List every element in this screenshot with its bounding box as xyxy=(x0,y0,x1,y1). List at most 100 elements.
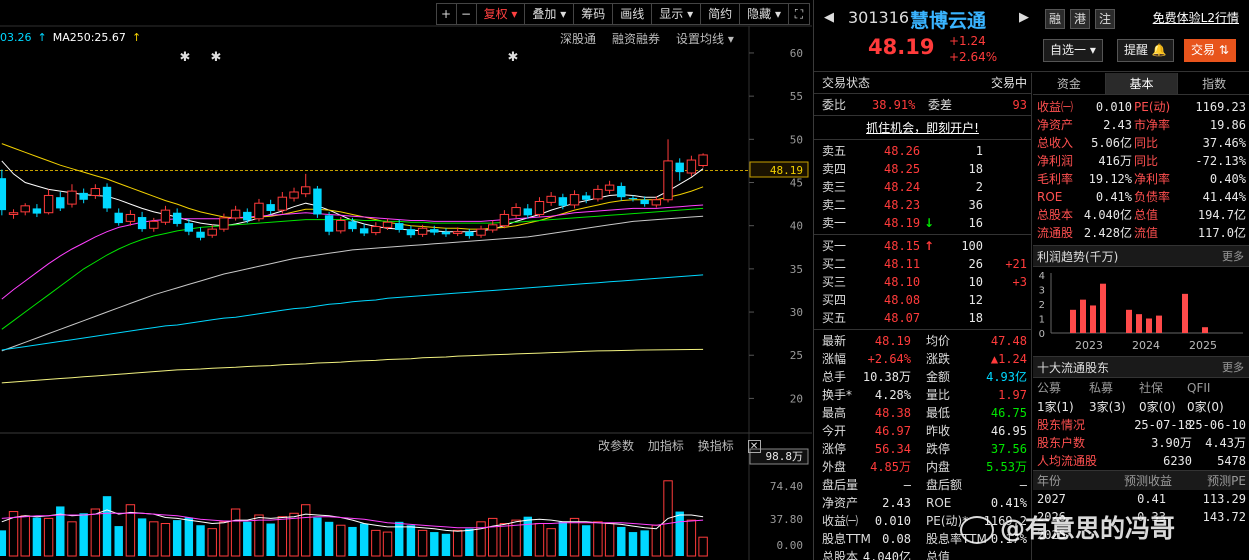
chips-button[interactable]: 筹码 xyxy=(574,4,614,24)
stat-value: 4.85万 xyxy=(870,460,911,474)
candle-body xyxy=(20,205,30,213)
event-star-icon[interactable]: ✱ xyxy=(211,50,222,65)
fullscreen-icon[interactable]: ⛶ xyxy=(789,4,809,24)
margin-tag[interactable]: 融 xyxy=(1045,9,1065,29)
candle-body xyxy=(511,207,521,216)
stat-label: 总股本 xyxy=(822,550,859,560)
bid-price[interactable]: 48.15 xyxy=(884,237,920,255)
change-percent: +2.64% xyxy=(949,50,998,64)
hide-menu[interactable]: 隐藏 ▾ xyxy=(740,4,789,24)
volume-bar xyxy=(430,532,439,556)
volume-bar xyxy=(43,517,54,557)
prev-stock-icon[interactable]: ◀ xyxy=(824,10,834,25)
stat-label: 涨停 xyxy=(822,442,847,456)
tab-fundamentals[interactable]: 基本 xyxy=(1105,73,1179,94)
volume-bar xyxy=(604,523,615,557)
margin-trading-link[interactable]: 融资融券 xyxy=(612,32,660,46)
candle-body xyxy=(628,198,638,200)
bid-price[interactable]: 48.10 xyxy=(884,273,920,291)
simple-button[interactable]: 简约 xyxy=(701,4,741,24)
weibi-row: 委比 38.91% 委差 93 xyxy=(814,94,1031,116)
zoom-in-button[interactable]: + xyxy=(437,4,457,24)
fund-value: 1169.23 xyxy=(1195,100,1246,114)
stat-label: 外盘 xyxy=(822,460,847,474)
registration-tag[interactable]: 注 xyxy=(1095,9,1115,29)
stat-label: 昨收 xyxy=(926,424,951,438)
ask-price[interactable]: 48.25 xyxy=(884,160,920,178)
trade-status-row: 交易状态 交易中 xyxy=(814,73,1031,94)
close-icon[interactable]: ✕ xyxy=(747,440,761,453)
forecast-pe: 143.72 xyxy=(1202,510,1246,524)
vol-link-add[interactable]: 加指标 xyxy=(648,439,684,453)
candle-body xyxy=(336,220,346,232)
last-price: 48.19 xyxy=(868,35,935,59)
bid-price[interactable]: 48.11 xyxy=(884,255,920,273)
ask-label: 卖一 xyxy=(822,216,847,230)
shenzhen-connect-link[interactable]: 深股通 xyxy=(560,32,596,46)
ask-label: 卖三 xyxy=(822,180,847,194)
volume-bar xyxy=(371,529,381,557)
event-star-icon[interactable]: ✱ xyxy=(180,50,191,65)
tab-capital[interactable]: 资金 xyxy=(1033,73,1106,94)
stat-label: 换手* xyxy=(822,388,853,402)
bid-volume: 18 xyxy=(968,311,983,325)
draw-button[interactable]: 画线 xyxy=(613,4,653,24)
stat-label: ROE xyxy=(926,496,952,510)
ask-price[interactable]: 48.26 xyxy=(884,142,920,160)
ask-label: 卖二 xyxy=(822,198,847,212)
volume-tick-label: 98.8万 xyxy=(766,450,804,463)
volume-bar xyxy=(465,528,474,556)
candle-body xyxy=(523,208,532,216)
zoom-out-button[interactable]: − xyxy=(457,4,477,24)
kline-chart-panel[interactable]: 60 55 50 45 40 35 30 25 20 48.19 ✱ ✱ ✱ 98.8万 74.40 37.8… xyxy=(0,0,812,560)
vol-link-switch[interactable]: 换指标 xyxy=(698,439,734,453)
stock-name[interactable]: 慧博云通 xyxy=(910,6,986,33)
profit-trend-more-link[interactable]: 更多 xyxy=(1222,246,1244,268)
fund-value: 37.46% xyxy=(1202,136,1246,150)
adjust-menu[interactable]: 复权 ▾ xyxy=(477,4,526,24)
connect-tag[interactable]: 港 xyxy=(1070,9,1090,29)
l2-trial-link[interactable]: 免费体验L2行情 xyxy=(1153,9,1239,26)
shareholder-value: 5478 xyxy=(1217,454,1246,468)
ask-price[interactable]: 48.23 xyxy=(884,196,920,214)
bid-price[interactable]: 48.08 xyxy=(884,291,920,309)
bid-list: 买一 48.15 ↑ 100 买二 48.11 26 +21 买三 48.10 10 +3 买四 48.0… xyxy=(814,235,1031,330)
vol-link-params[interactable]: 改参数 xyxy=(598,439,634,453)
volume-bar xyxy=(488,517,498,557)
candle-body xyxy=(698,154,708,166)
weicha-label: 委差 xyxy=(928,98,953,112)
set-ma-menu[interactable]: 设置均线 ▾ xyxy=(676,32,734,46)
candle-body xyxy=(593,188,603,200)
candle-body xyxy=(67,190,77,205)
ask-volume: 16 xyxy=(968,216,983,230)
shareholder-count: 0家(0) xyxy=(1139,400,1176,414)
stat-row: 总手 10.38万 金额 4.93亿 xyxy=(814,368,1031,386)
candle-body xyxy=(301,186,311,195)
watchlist-button[interactable]: 自选一 ▾ xyxy=(1043,39,1103,62)
stat-value: — xyxy=(1019,478,1027,492)
info-tabs: 资金 基本 指数 xyxy=(1033,73,1249,95)
ask-price[interactable]: 48.24 xyxy=(884,178,920,196)
event-star-icon[interactable]: ✱ xyxy=(508,50,519,65)
fund-value: 2.428亿 xyxy=(1083,226,1132,240)
current-price-label: 48.19 xyxy=(770,164,803,177)
next-stock-icon[interactable]: ▶ xyxy=(1019,10,1029,25)
stat-label: 最高 xyxy=(822,406,847,420)
shareholder-value: 4.43万 xyxy=(1205,436,1246,450)
candle-body xyxy=(417,227,428,235)
trade-button[interactable]: 交易 ⇅ xyxy=(1184,39,1236,62)
display-menu[interactable]: 显示 ▾ xyxy=(652,4,702,24)
ask-price[interactable]: 48.19 xyxy=(884,214,920,232)
volume-bar xyxy=(593,521,603,557)
trade-status-value: 交易中 xyxy=(990,76,1027,90)
tab-index[interactable]: 指数 xyxy=(1178,73,1249,94)
shareholders-more-link[interactable]: 更多 xyxy=(1222,357,1244,379)
shareholder-type-header: 公募 私募 社保 QFII xyxy=(1033,378,1249,398)
candle-body xyxy=(640,199,649,205)
kline-chart-canvas[interactable]: 60 55 50 45 40 35 30 25 20 48.19 ✱ ✱ ✱ 98.8万 74.40 37.8… xyxy=(0,0,812,560)
overlay-menu[interactable]: 叠加 ▾ xyxy=(525,4,575,24)
bid-price[interactable]: 48.07 xyxy=(884,309,920,327)
open-account-link[interactable]: 抓住机会，即刻开户! xyxy=(866,121,979,135)
volume-bar xyxy=(582,525,591,556)
alert-button[interactable]: 提醒 🔔 xyxy=(1117,39,1174,62)
